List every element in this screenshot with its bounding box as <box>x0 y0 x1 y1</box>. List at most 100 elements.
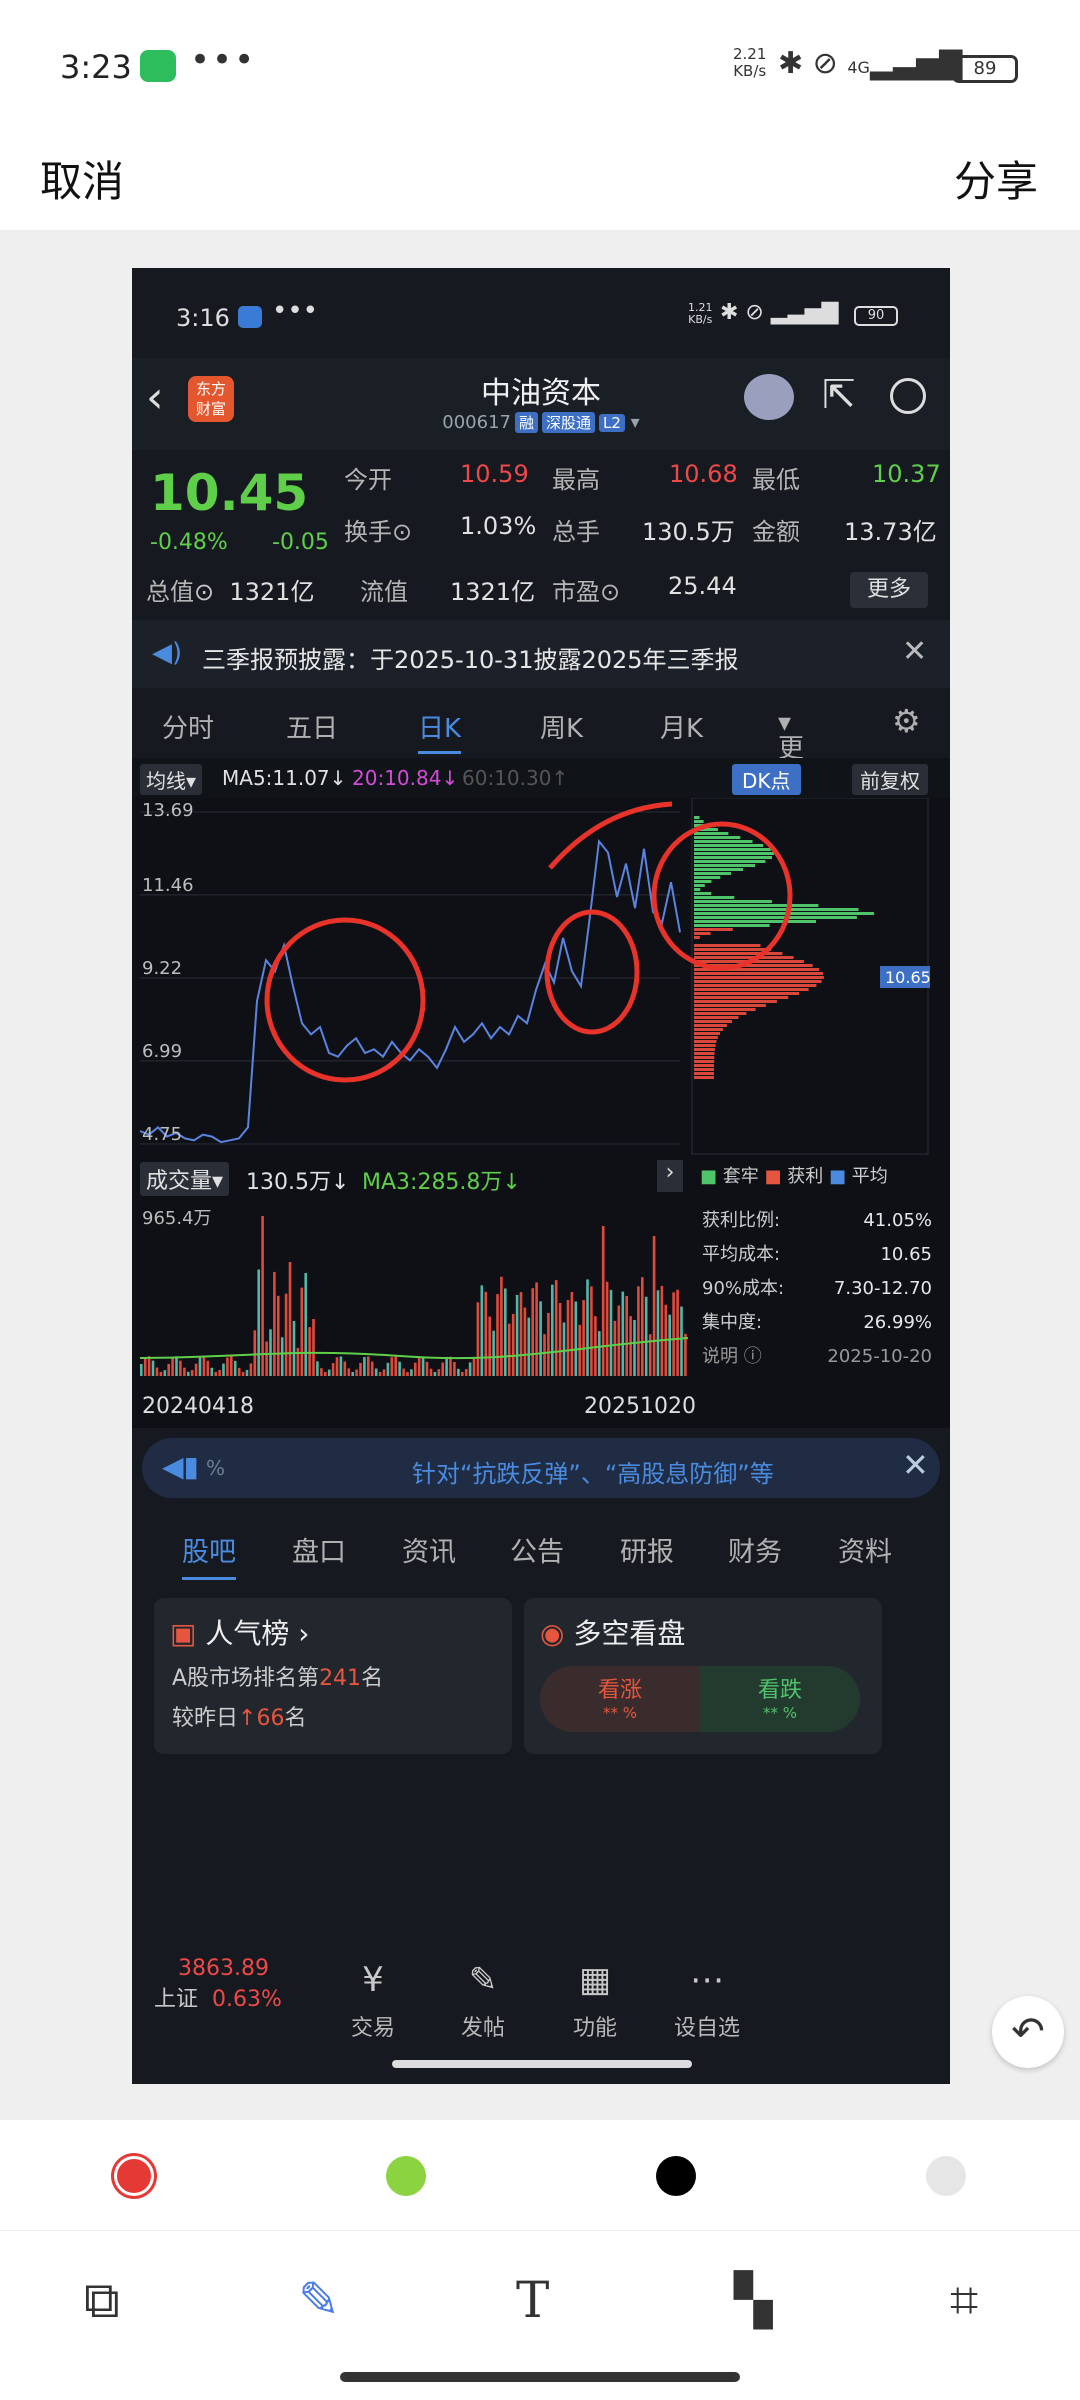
chip-bar <box>694 984 817 987</box>
bearish-button[interactable]: 看跌 ** % <box>700 1666 860 1732</box>
volume-bar <box>464 1369 468 1376</box>
assistant-robot-icon[interactable] <box>744 374 794 420</box>
share-button[interactable]: 分享 <box>954 148 1038 209</box>
chip-bar <box>694 876 721 879</box>
tab-five-day[interactable]: 五日 <box>286 708 338 745</box>
chip-bar <box>694 948 772 951</box>
volume-bar <box>637 1286 640 1376</box>
volume-bar <box>535 1282 538 1376</box>
volume-bar <box>586 1279 589 1376</box>
close-icon[interactable]: ✕ <box>902 634 927 669</box>
adjust-button[interactable]: 前复权 <box>852 764 928 795</box>
close-icon[interactable]: ✕ <box>902 1446 929 1484</box>
dk-point-button[interactable]: DK点 <box>732 764 801 795</box>
volume-bar <box>578 1324 581 1376</box>
volume-bar <box>437 1369 441 1376</box>
nav-functions[interactable]: ▦ 功能 <box>550 1960 640 2042</box>
undo-button[interactable]: ↶ <box>992 1996 1064 2068</box>
volume-bar <box>570 1292 574 1376</box>
tab-research[interactable]: 研报 <box>620 1530 674 1569</box>
volume-bar <box>320 1368 323 1376</box>
volume-bar <box>214 1371 217 1376</box>
search-icon[interactable] <box>890 378 926 414</box>
more-quote-button[interactable]: 更多 <box>850 572 928 608</box>
bullish-button[interactable]: 看涨 ** % <box>540 1666 700 1732</box>
marquee-text: 针对“抗跌反弹”、“高股息防御”等 <box>412 1460 774 1488</box>
volume-bar <box>582 1300 585 1376</box>
content-tabs: 股吧 盘口 资讯 公告 研报 财务 资料 <box>132 1508 950 1584</box>
ma-select[interactable]: 均线▾ <box>140 764 203 795</box>
news-marquee[interactable]: ◀▮ % 针对“抗跌反弹”、“高股息防御”等 ✕ <box>142 1438 940 1498</box>
index-shanghai[interactable]: 3863.89 上证 0.63% <box>154 1956 284 2013</box>
label-open: 今开 <box>344 466 392 494</box>
volume-bar <box>183 1367 186 1376</box>
pen-tool-icon[interactable]: ✎ <box>298 2271 340 2329</box>
kline-chart[interactable]: 13.69 11.46 9.22 6.99 4.75 10.65 <box>132 797 950 1158</box>
tab-finance[interactable]: 财务 <box>728 1530 782 1569</box>
volume-bar <box>496 1294 499 1376</box>
color-green-swatch[interactable] <box>386 2156 426 2196</box>
chip-bar <box>694 908 859 911</box>
wechat-icon <box>140 50 176 82</box>
volume-bar <box>273 1271 276 1376</box>
mosaic-tool-icon[interactable]: ▚ <box>734 2271 772 2329</box>
volume-bar <box>406 1372 409 1376</box>
y-tick-label: 6.99 <box>142 1041 182 1062</box>
label-pe: 市盈⊙ <box>552 578 621 606</box>
tab-daily-k[interactable]: 日K <box>418 708 462 754</box>
chip-bar <box>694 868 744 871</box>
chip-bar <box>694 920 816 923</box>
tab-monthly-k[interactable]: 月K <box>660 708 703 745</box>
cancel-button[interactable]: 取消 <box>40 148 124 209</box>
volume-bar <box>531 1288 534 1376</box>
label-float-cap: 流值 <box>360 578 408 606</box>
nav-trade[interactable]: ¥ 交易 <box>328 1960 418 2042</box>
volume-bar <box>684 1333 687 1376</box>
settings-gear-icon[interactable]: ⚙ <box>892 702 921 740</box>
tab-more[interactable]: 更多▾ <box>778 708 804 801</box>
chip-bar <box>694 956 794 959</box>
tab-news[interactable]: 资讯 <box>402 1530 456 1569</box>
tab-announcement[interactable]: 公告 <box>510 1530 564 1569</box>
nav-post[interactable]: ✎ 发帖 <box>438 1960 528 2042</box>
color-red-swatch[interactable] <box>114 2156 154 2196</box>
tab-pankou[interactable]: 盘口 <box>292 1530 346 1569</box>
nav-watchlist[interactable]: ⋯ 设自选 <box>662 1960 752 2042</box>
chip-bar <box>694 1016 739 1019</box>
crop-tool-icon[interactable]: ⌗ <box>950 2271 978 2330</box>
popularity-card[interactable]: ▣ 人气榜 › A股市场排名第241名 较昨日↑66名 <box>154 1598 512 1754</box>
chip-bar <box>694 880 712 883</box>
tab-guba[interactable]: 股吧 <box>182 1530 236 1580</box>
volume-bar <box>523 1307 527 1376</box>
color-black-swatch[interactable] <box>656 2156 696 2196</box>
volume-bar <box>433 1372 437 1376</box>
volume-select[interactable]: 成交量▾ <box>140 1162 230 1196</box>
expand-chevron-icon[interactable]: › <box>657 1160 683 1192</box>
sentiment-pill: 看涨 ** % 看跌 ** % <box>540 1666 860 1732</box>
color-palette <box>0 2120 1080 2230</box>
volume-bar <box>414 1362 417 1376</box>
volume-bar <box>308 1327 311 1376</box>
volume-bar <box>672 1292 675 1376</box>
text-tool-icon[interactable]: T <box>516 2271 549 2329</box>
annotated-screenshot[interactable]: 3:16 ••• 1.21 KB/s ✱ ⊘ ▂▃▅▇ 90 ‹ 东方 财富 中油资… <box>132 268 950 2084</box>
volume-bar <box>374 1368 378 1376</box>
shapes-tool-icon[interactable]: ⧉ <box>84 2271 120 2330</box>
volume-bar <box>151 1360 155 1376</box>
chip-bar <box>694 972 824 975</box>
volume-bar <box>253 1330 257 1376</box>
color-gray-swatch[interactable] <box>926 2156 966 2196</box>
share-icon[interactable]: ⇱ <box>822 372 856 418</box>
volume-bar <box>378 1372 382 1376</box>
notice-bar[interactable]: ◀) 三季报预披露：于2025-10-31披露2025年三季报 ✕ <box>132 620 950 688</box>
tab-profile[interactable]: 资料 <box>838 1530 892 1569</box>
tab-weekly-k[interactable]: 周K <box>540 708 583 745</box>
tab-minute[interactable]: 分时 <box>162 708 214 745</box>
volume-bar <box>382 1369 386 1376</box>
volume-bar <box>210 1367 214 1376</box>
annotation-circle-2 <box>544 909 640 1035</box>
value-pe: 25.44 <box>668 572 737 600</box>
volume-bar <box>621 1291 625 1376</box>
value-volume: 130.5万 <box>642 518 735 546</box>
chip-bar <box>694 840 753 843</box>
